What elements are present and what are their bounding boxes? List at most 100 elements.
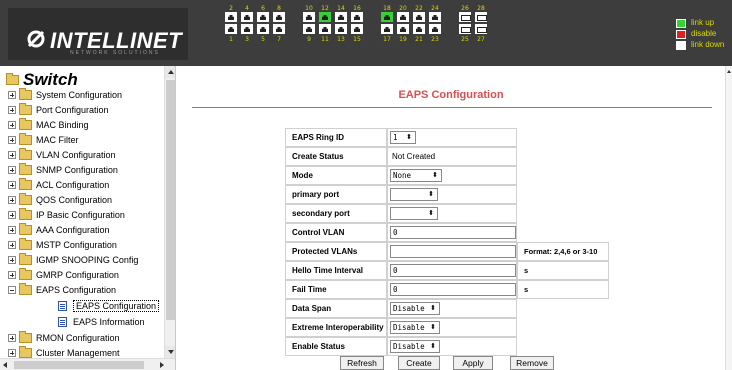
control-vlan-input[interactable]: 0 bbox=[390, 226, 516, 239]
tree-root[interactable]: Switch bbox=[6, 70, 78, 90]
port-number-label: 10 bbox=[305, 5, 313, 12]
port-15-icon[interactable] bbox=[351, 24, 363, 34]
scrollbar-thumb[interactable] bbox=[14, 361, 144, 369]
sidebar-item-gmrp-configuration[interactable]: GMRP Configuration bbox=[8, 268, 119, 282]
port-14-icon[interactable] bbox=[335, 12, 347, 22]
scrollbar-thumb[interactable] bbox=[166, 80, 175, 320]
port-24-icon[interactable] bbox=[429, 12, 441, 22]
ring-id-select[interactable]: 1 ⬍ bbox=[390, 131, 416, 144]
expand-icon[interactable] bbox=[8, 106, 16, 114]
port-20-icon[interactable] bbox=[397, 12, 409, 22]
form-value-cell: 0 bbox=[387, 223, 517, 242]
create-button[interactable]: Create bbox=[398, 356, 440, 370]
expand-icon[interactable] bbox=[8, 334, 16, 342]
collapse-icon[interactable] bbox=[8, 286, 16, 294]
scroll-up-icon[interactable] bbox=[165, 66, 175, 78]
port-26-icon[interactable] bbox=[459, 12, 471, 22]
port-11-icon[interactable] bbox=[319, 24, 331, 34]
port-1-icon[interactable] bbox=[225, 24, 237, 34]
secondary-port-select[interactable]: ⬍ bbox=[390, 207, 438, 220]
sidebar-item-rmon-configuration[interactable]: RMON Configuration bbox=[8, 331, 120, 345]
sidebar-item-ip-basic-configuration[interactable]: IP Basic Configuration bbox=[8, 208, 125, 222]
scroll-down-icon[interactable] bbox=[165, 346, 175, 358]
port-22-icon[interactable] bbox=[413, 12, 425, 22]
spinner-icon: ⬍ bbox=[406, 133, 412, 141]
expand-icon[interactable] bbox=[8, 241, 16, 249]
port-18-icon[interactable] bbox=[381, 12, 393, 22]
expand-icon[interactable] bbox=[8, 121, 16, 129]
sidebar-item-qos-configuration[interactable]: QOS Configuration bbox=[8, 193, 112, 207]
mode-select[interactable]: None ⬍ bbox=[390, 169, 442, 182]
sidebar-horizontal-scrollbar[interactable] bbox=[0, 358, 175, 370]
protected-vlans-input[interactable] bbox=[390, 245, 516, 258]
sidebar-item-snmp-configuration[interactable]: SNMP Configuration bbox=[8, 163, 118, 177]
port-19-icon[interactable] bbox=[397, 24, 409, 34]
ring-id-value: 1 bbox=[393, 133, 398, 142]
fail-time-input[interactable]: 0 bbox=[390, 283, 516, 296]
primary-port-select[interactable]: ⬍ bbox=[390, 188, 438, 201]
form-label-cell: Extreme Interoperability bbox=[285, 318, 387, 337]
port-10-icon[interactable] bbox=[303, 12, 315, 22]
main-content: EAPS Configuration EAPS Ring ID 1 ⬍ Creat… bbox=[177, 66, 732, 370]
expand-icon[interactable] bbox=[8, 181, 16, 189]
port-28-icon[interactable] bbox=[475, 12, 487, 22]
form-value-cell: Disable ⬍ bbox=[387, 318, 517, 337]
port-13-icon[interactable] bbox=[335, 24, 347, 34]
expand-icon[interactable] bbox=[8, 211, 16, 219]
port-4-icon[interactable] bbox=[241, 12, 253, 22]
navigation-tree: Switch System Configuration Port Configu… bbox=[0, 66, 176, 370]
port-number-label: 22 bbox=[415, 5, 423, 12]
port-9-icon[interactable] bbox=[303, 24, 315, 34]
spinner-icon: ⬍ bbox=[430, 323, 436, 331]
port-21-icon[interactable] bbox=[413, 24, 425, 34]
page-title: EAPS Configuration bbox=[398, 89, 504, 101]
expand-icon[interactable] bbox=[8, 256, 16, 264]
refresh-button[interactable]: Refresh bbox=[340, 356, 384, 370]
sidebar-item-system-configuration[interactable]: System Configuration bbox=[8, 88, 122, 102]
port-12-icon[interactable] bbox=[319, 12, 331, 22]
sidebar-item-aaa-configuration[interactable]: AAA Configuration bbox=[8, 223, 110, 237]
port-16-icon[interactable] bbox=[351, 12, 363, 22]
brand-logo: INTELLINET NETWORK SOLUTIONS bbox=[8, 8, 188, 60]
sidebar-item-port-configuration[interactable]: Port Configuration bbox=[8, 103, 109, 117]
expand-icon[interactable] bbox=[8, 349, 16, 357]
port-25-icon[interactable] bbox=[459, 24, 471, 34]
data-span-select[interactable]: Disable ⬍ bbox=[390, 302, 440, 315]
expand-icon[interactable] bbox=[8, 196, 16, 204]
port-3-icon[interactable] bbox=[241, 24, 253, 34]
sidebar-item-mac-binding[interactable]: MAC Binding bbox=[8, 118, 89, 132]
port-number-label: 4 bbox=[245, 5, 249, 12]
sidebar-item-igmp-snooping[interactable]: IGMP SNOOPING Config bbox=[8, 253, 138, 267]
sidebar-item-mstp-configuration[interactable]: MSTP Configuration bbox=[8, 238, 117, 252]
extreme-interop-select[interactable]: Disable ⬍ bbox=[390, 321, 440, 334]
port-17-icon[interactable] bbox=[381, 24, 393, 34]
expand-icon[interactable] bbox=[8, 271, 16, 279]
expand-icon[interactable] bbox=[8, 91, 16, 99]
port-6-icon[interactable] bbox=[257, 12, 269, 22]
expand-icon[interactable] bbox=[8, 136, 16, 144]
sidebar-item-eaps-configuration[interactable]: EAPS Configuration bbox=[8, 283, 116, 297]
sidebar-item-vlan-configuration[interactable]: VLAN Configuration bbox=[8, 148, 116, 162]
apply-button[interactable]: Apply bbox=[453, 356, 493, 370]
sidebar-vertical-scrollbar[interactable] bbox=[164, 66, 175, 358]
sidebar-item-acl-configuration[interactable]: ACL Configuration bbox=[8, 178, 109, 192]
expand-icon[interactable] bbox=[8, 151, 16, 159]
main-vertical-scrollbar[interactable] bbox=[725, 66, 732, 370]
expand-icon[interactable] bbox=[8, 166, 16, 174]
port-5-icon[interactable] bbox=[257, 24, 269, 34]
enable-status-select[interactable]: Disable ⬍ bbox=[390, 340, 440, 353]
folder-open-icon bbox=[6, 73, 19, 85]
form-label-cell: Fail Time bbox=[285, 280, 387, 299]
port-8-icon[interactable] bbox=[273, 12, 285, 22]
expand-icon[interactable] bbox=[8, 226, 16, 234]
port-2-icon[interactable] bbox=[225, 12, 237, 22]
sidebar-subitem-eaps-information[interactable]: EAPS Information bbox=[58, 315, 145, 329]
port-23-icon[interactable] bbox=[429, 24, 441, 34]
form-note-cell: Format: 2,4,6 or 3-10 bbox=[517, 242, 609, 261]
port-7-icon[interactable] bbox=[273, 24, 285, 34]
sidebar-subitem-eaps-configuration[interactable]: EAPS Configuration bbox=[58, 299, 160, 313]
remove-button[interactable]: Remove bbox=[510, 356, 554, 370]
hello-time-input[interactable]: 0 bbox=[390, 264, 516, 277]
port-27-icon[interactable] bbox=[475, 24, 487, 34]
sidebar-item-mac-filter[interactable]: MAC Filter bbox=[8, 133, 79, 147]
